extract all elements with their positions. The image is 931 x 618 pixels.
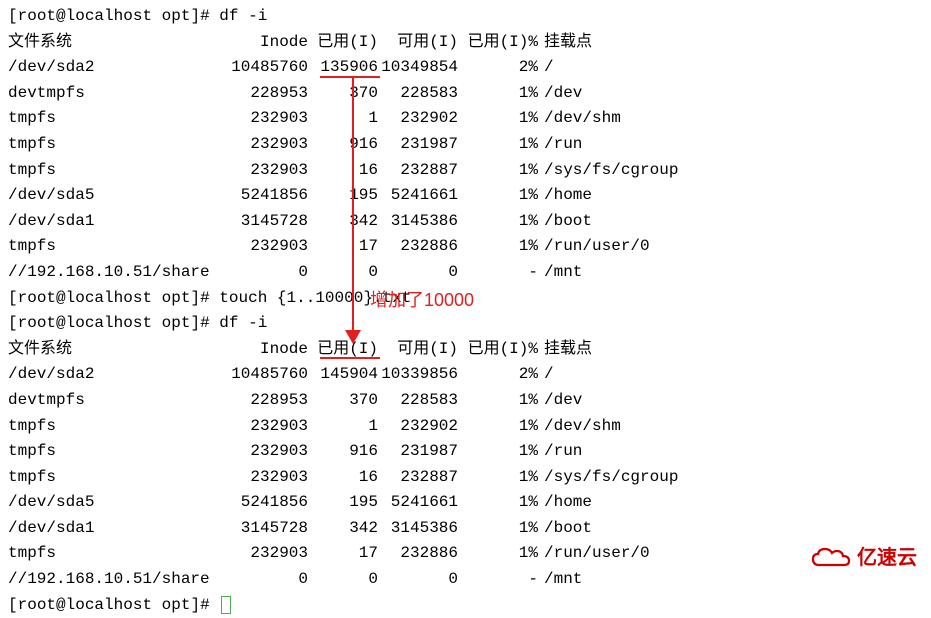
prompt-line-1: [root@localhost opt]# df -i bbox=[8, 4, 923, 30]
annotation-underline-before bbox=[320, 76, 380, 78]
annotation-underline-after bbox=[320, 357, 380, 359]
table-row: /dev/sda210485760135906103498542%/ bbox=[8, 55, 923, 81]
table-row: devtmpfs2289533702285831%/dev bbox=[8, 81, 923, 107]
table-row: tmpfs23290312329021%/dev/shm bbox=[8, 106, 923, 132]
table-row: tmpfs23290312329021%/dev/shm bbox=[8, 414, 923, 440]
table2-header: 文件系统Inode已用(I)可用(I)已用(I)%挂载点 bbox=[8, 337, 923, 363]
table-row: /dev/sda5524185619552416611%/home bbox=[8, 490, 923, 516]
table-row: /dev/sda1314572834231453861%/boot bbox=[8, 209, 923, 235]
table-row: tmpfs232903162328871%/sys/fs/cgroup bbox=[8, 465, 923, 491]
cloud-icon bbox=[809, 545, 853, 571]
command-df1: df -i bbox=[219, 7, 267, 25]
table-row: tmpfs2329039162319871%/run bbox=[8, 132, 923, 158]
table-row: /dev/sda210485760145904103398562%/ bbox=[8, 362, 923, 388]
table-row: tmpfs2329039162319871%/run bbox=[8, 439, 923, 465]
table-row: tmpfs232903172328861%/run/user/0 bbox=[8, 541, 923, 567]
annotation-arrow-head bbox=[345, 330, 361, 344]
prompt-line-4[interactable]: [root@localhost opt]# bbox=[8, 593, 923, 618]
logo-text: 亿速云 bbox=[857, 542, 917, 574]
command-df2: df -i bbox=[219, 314, 267, 332]
table-row: //192.168.10.51/share000-/mnt bbox=[8, 567, 923, 593]
prompt-line-3: [root@localhost opt]# df -i bbox=[8, 311, 923, 337]
table1-header: 文件系统Inode已用(I)可用(I)已用(I)%挂载点 bbox=[8, 30, 923, 56]
table-row: devtmpfs2289533702285831%/dev bbox=[8, 388, 923, 414]
table-row: tmpfs232903162328871%/sys/fs/cgroup bbox=[8, 158, 923, 184]
terminal-cursor[interactable] bbox=[221, 596, 231, 614]
table-row: /dev/sda5524185619552416611%/home bbox=[8, 183, 923, 209]
table-row: /dev/sda1314572834231453861%/boot bbox=[8, 516, 923, 542]
table-row: tmpfs232903172328861%/run/user/0 bbox=[8, 234, 923, 260]
table-row: //192.168.10.51/share000-/mnt bbox=[8, 260, 923, 286]
annotation-text: 增加了10000 bbox=[370, 286, 474, 315]
annotation-arrow-line bbox=[352, 78, 354, 336]
watermark-logo: 亿速云 bbox=[809, 542, 917, 574]
